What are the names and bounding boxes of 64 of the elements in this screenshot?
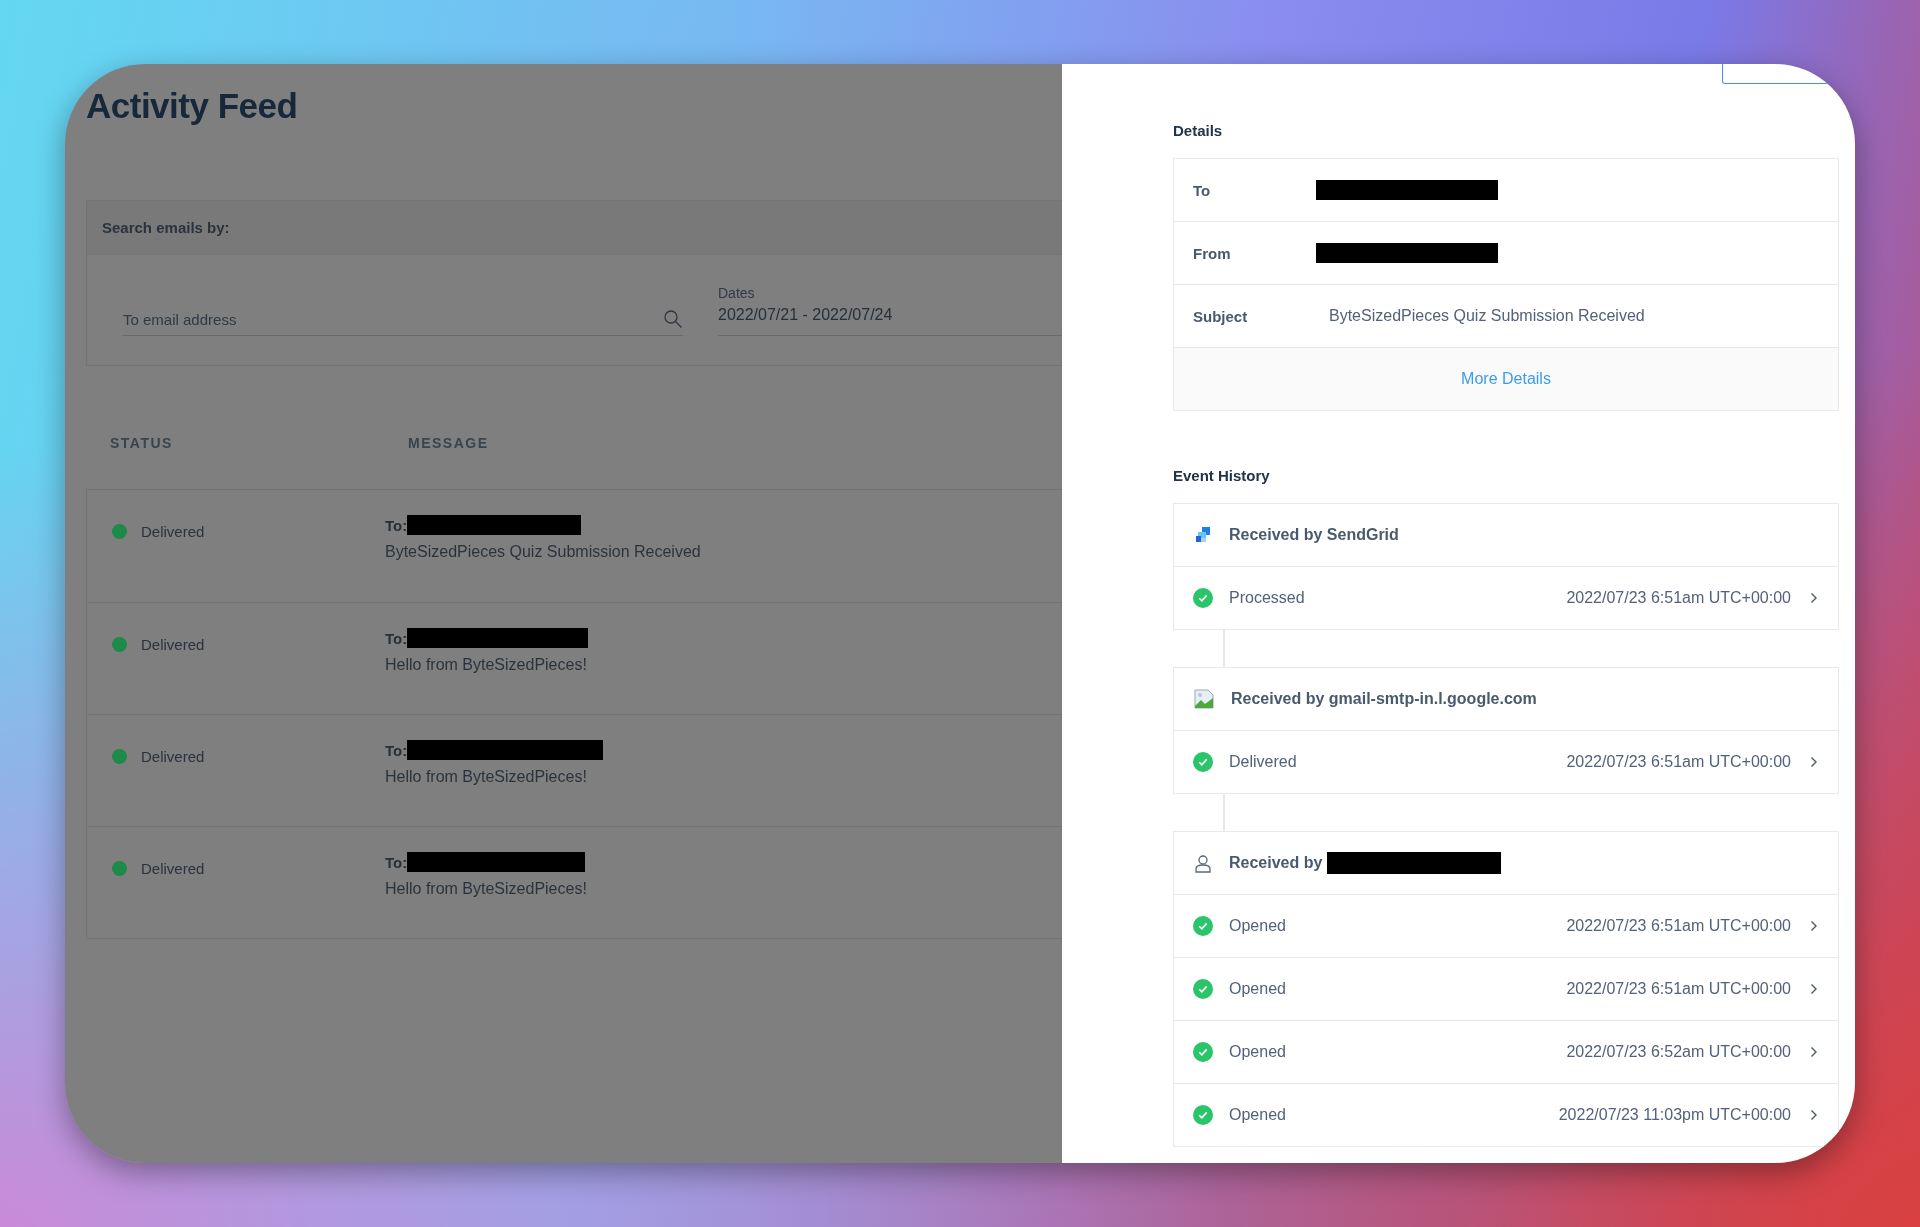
- event-time: 2022/07/23 6:52am UTC+00:00: [1566, 1043, 1791, 1061]
- chevron-right-icon: [1810, 983, 1818, 995]
- event-row[interactable]: Opened 2022/07/23 6:51am UTC+00:00: [1174, 894, 1838, 957]
- to-label: To:: [385, 741, 408, 759]
- to-label: To:: [385, 853, 408, 871]
- event-time: 2022/07/23 6:51am UTC+00:00: [1566, 980, 1791, 998]
- person-icon: [1193, 853, 1213, 873]
- check-circle-icon: [1193, 1042, 1213, 1062]
- message-row[interactable]: Delivered To: Hello from ByteSizedPieces!: [87, 714, 1062, 826]
- detail-label: Subject: [1193, 307, 1249, 325]
- event-group-title: Received by gmail-smtp-in.l.google.com: [1231, 690, 1537, 708]
- chevron-right-icon: [1810, 592, 1818, 604]
- check-circle-icon: [1193, 752, 1213, 772]
- to-label: To:: [385, 516, 408, 534]
- check-circle-icon: [1193, 588, 1213, 608]
- check-circle-icon: [1193, 916, 1213, 936]
- chevron-right-icon: [1810, 756, 1818, 768]
- to-label: To:: [385, 629, 408, 647]
- message-subject: Hello from ByteSizedPieces!: [385, 768, 588, 786]
- broken-image-icon: [1193, 688, 1215, 710]
- event-time: 2022/07/23 11:03pm UTC+00:00: [1558, 1106, 1791, 1124]
- status-text: Delivered: [141, 523, 205, 540]
- message-row[interactable]: Delivered To: Hello from ByteSizedPieces!: [87, 826, 1062, 938]
- search-icon: [663, 309, 683, 329]
- event-row[interactable]: Processed 2022/07/23 6:51am UTC+00:00: [1174, 566, 1838, 629]
- page-title: Activity Feed: [86, 86, 299, 126]
- column-header: MESSAGE: [408, 434, 489, 451]
- event-name: Opened: [1229, 1106, 1287, 1124]
- event-row[interactable]: Opened 2022/07/23 6:52am UTC+00:00: [1174, 1020, 1838, 1083]
- message-row[interactable]: Delivered To: Hello from ByteSizedPieces!: [87, 602, 1062, 714]
- message-subject: ByteSizedPieces Quiz Submission Received: [385, 543, 701, 561]
- chevron-right-icon: [1810, 1109, 1818, 1121]
- event-row[interactable]: Opened 2022/07/23 6:51am UTC+00:00: [1174, 957, 1838, 1020]
- event-name: Opened: [1229, 917, 1287, 935]
- column-header: STATUS: [109, 434, 174, 451]
- event-time: 2022/07/23 6:51am UTC+00:00: [1566, 753, 1791, 771]
- event-time: 2022/07/23 6:51am UTC+00:00: [1566, 917, 1791, 935]
- event-group-title: Received by SendGrid: [1229, 526, 1399, 544]
- detail-label: From: [1193, 244, 1232, 262]
- event-time: 2022/07/23 6:51am UTC+00:00: [1566, 589, 1791, 607]
- check-circle-icon: [1193, 979, 1213, 999]
- event-name: Delivered: [1229, 753, 1298, 771]
- event-row[interactable]: Opened 2022/07/23 11:03pm UTC+00:00: [1174, 1083, 1838, 1146]
- details-heading: Details: [1173, 122, 1224, 141]
- check-circle-icon: [1193, 1105, 1213, 1125]
- email-search-field[interactable]: To email address: [123, 307, 683, 336]
- message-subject: Hello from ByteSizedPieces!: [385, 880, 587, 898]
- event-name: Opened: [1229, 980, 1287, 998]
- event-group-title: Received by: [1229, 854, 1323, 872]
- event-row[interactable]: Delivered 2022/07/23 6:51am UTC+00:00: [1174, 730, 1838, 793]
- status-text: Delivered: [141, 636, 205, 653]
- event-name: Processed: [1229, 589, 1306, 607]
- event-history-heading: Event History: [1173, 467, 1271, 486]
- message-row[interactable]: Delivered To: ByteSizedPieces Quiz Submission Received: [87, 490, 1062, 602]
- cubes-icon: [1193, 525, 1213, 545]
- chevron-right-icon: [1810, 1046, 1818, 1058]
- chevron-right-icon: [1810, 920, 1818, 932]
- search-heading: Search emails by:: [102, 219, 230, 236]
- status-text: Delivered: [141, 860, 205, 877]
- event-name: Opened: [1229, 1043, 1287, 1061]
- detail-label: To: [1193, 181, 1212, 199]
- status-text: Delivered: [141, 748, 205, 765]
- message-subject: Hello from ByteSizedPieces!: [385, 656, 588, 674]
- detail-value: ByteSizedPieces Quiz Submission Received: [1329, 307, 1645, 325]
